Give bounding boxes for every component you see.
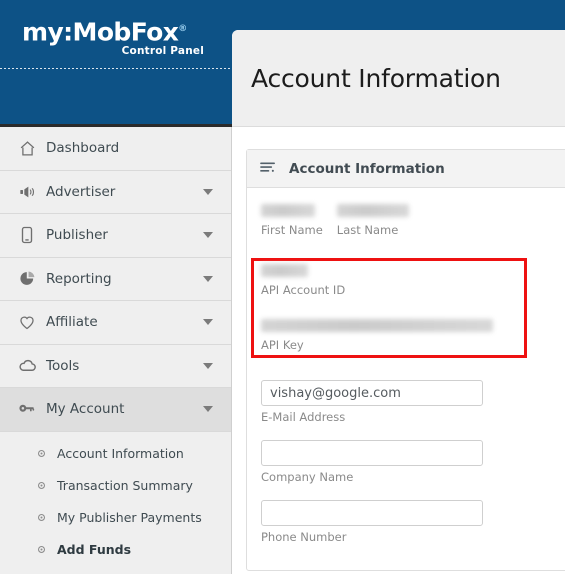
email-field-group: E-Mail Address — [261, 380, 561, 424]
registered-mark-icon: ® — [178, 24, 187, 34]
first-name-field[interactable]: First Name — [261, 204, 323, 237]
sidebar-item-advertiser[interactable]: Advertiser — [0, 171, 231, 214]
email-input[interactable] — [261, 380, 483, 406]
list-lines-icon — [260, 161, 280, 177]
sidebar-item-label: Dashboard — [46, 140, 120, 157]
main-content: Account Information Account Information … — [232, 30, 565, 574]
chevron-down-icon[interactable] — [203, 362, 213, 369]
panel-body: First Name Last Name API Account ID API … — [247, 188, 565, 570]
account-information-panel: Account Information First Name Last Name — [246, 149, 565, 571]
sidebar-item-label: My Account — [46, 401, 125, 418]
sidebar-item-label: Tools — [46, 357, 80, 374]
sidebar-item-affiliate[interactable]: Affiliate — [0, 301, 231, 345]
sidebar-item-reporting[interactable]: Reporting — [0, 258, 231, 301]
api-account-id-field[interactable]: API Account ID — [261, 264, 561, 297]
api-key-label: API Key — [261, 338, 304, 352]
home-icon — [14, 136, 40, 160]
company-field-group: Company Name — [261, 440, 561, 484]
bullet-icon — [38, 546, 45, 553]
last-name-redacted-value — [336, 204, 409, 217]
sidebar-subitem-label: Account Information — [57, 446, 184, 461]
sidebar-item-label: Advertiser — [46, 183, 116, 200]
key-icon — [14, 397, 40, 421]
company-name-label: Company Name — [261, 470, 354, 484]
phone-number-label: Phone Number — [261, 530, 347, 544]
pie-chart-icon — [14, 267, 40, 291]
logo[interactable]: my:MobFox® Control Panel — [22, 14, 222, 57]
sidebar-item-tools[interactable]: Tools — [0, 345, 231, 388]
logo-subtitle: Control Panel — [121, 45, 204, 58]
sidebar-subitem-account-information[interactable]: Account Information — [0, 438, 231, 470]
panel-header: Account Information — [247, 150, 565, 188]
chevron-down-icon[interactable] — [203, 188, 213, 195]
api-key-field[interactable]: API Key — [261, 319, 561, 352]
sidebar-item-label: Publisher — [46, 227, 108, 244]
panel-title: Account Information — [289, 160, 445, 177]
heart-icon — [14, 310, 40, 334]
sidebar-submenu-my-account: Account Information Transaction Summary … — [0, 431, 231, 566]
chevron-down-icon[interactable] — [203, 275, 213, 282]
sidebar-subitem-my-publisher-payments[interactable]: My Publisher Payments — [0, 502, 231, 534]
megaphone-icon — [14, 180, 40, 204]
api-credentials-group: API Account ID API Key — [251, 258, 561, 376]
bullet-icon — [38, 514, 45, 521]
sidebar-item-publisher[interactable]: Publisher — [0, 214, 231, 258]
sidebar-subitem-add-funds[interactable]: Add Funds — [0, 534, 231, 566]
sidebar-item-dashboard[interactable]: Dashboard — [0, 127, 231, 171]
first-name-label: First Name — [261, 223, 323, 237]
logo-text: my:MobFox® — [22, 17, 187, 47]
bullet-icon — [38, 482, 45, 489]
name-row: First Name Last Name — [261, 204, 561, 252]
phone-field-group: Phone Number — [261, 500, 561, 544]
sidebar-subitem-label: Add Funds — [57, 542, 132, 557]
sidebar-subitem-label: Transaction Summary — [57, 478, 193, 493]
phone-number-input[interactable] — [261, 500, 483, 526]
last-name-label: Last Name — [336, 223, 399, 237]
mobile-icon — [14, 223, 40, 247]
header-dotted-divider — [0, 68, 232, 69]
app-window: my:MobFox® Control Panel Dashboard Adver… — [0, 0, 565, 574]
first-name-redacted-value — [261, 204, 315, 217]
api-key-redacted-value — [261, 319, 493, 332]
page-header: Account Information — [232, 30, 565, 127]
sidebar-subitem-label: My Publisher Payments — [57, 510, 202, 525]
sidebar-subitem-transaction-summary[interactable]: Transaction Summary — [0, 470, 231, 502]
sidebar-item-label: Affiliate — [46, 314, 98, 331]
sidebar-item-my-account[interactable]: My Account — [0, 388, 231, 432]
chevron-down-icon[interactable] — [203, 232, 213, 239]
sidebar-item-label: Reporting — [46, 270, 112, 287]
sidebar: Dashboard Advertiser Publisher Reporting — [0, 127, 232, 574]
bullet-icon — [38, 450, 45, 457]
last-name-field[interactable]: Last Name — [336, 204, 409, 237]
chevron-down-icon[interactable] — [203, 406, 213, 413]
cloud-icon — [14, 354, 40, 378]
chevron-down-icon[interactable] — [203, 319, 213, 326]
page-title: Account Information — [251, 63, 501, 93]
email-label: E-Mail Address — [261, 410, 346, 424]
api-account-id-label: API Account ID — [261, 283, 346, 297]
company-name-input[interactable] — [261, 440, 483, 466]
api-account-id-redacted-value — [261, 264, 308, 277]
